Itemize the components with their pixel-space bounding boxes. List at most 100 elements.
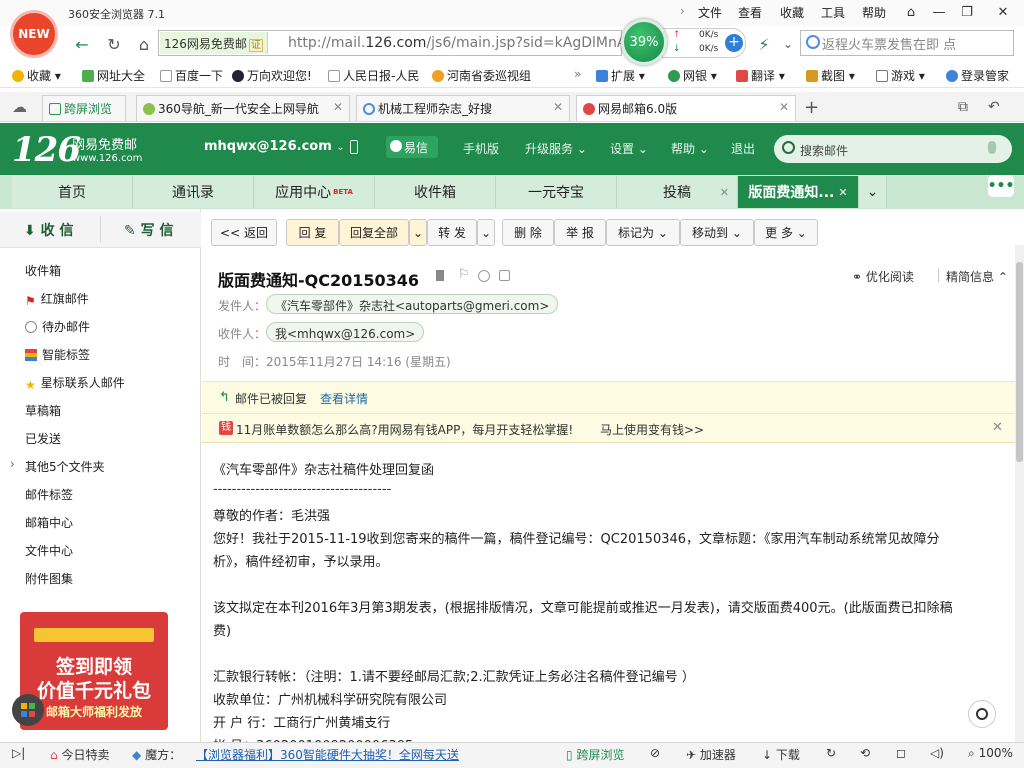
zoom-button[interactable]	[968, 700, 996, 728]
sidebar-item-attachments[interactable]: 附件图集	[25, 570, 73, 587]
sidebar-item-flagged[interactable]: ⚑ 红旗邮件	[25, 290, 89, 308]
sidebar-item-todo[interactable]: 待办邮件	[25, 318, 90, 335]
yixin-button[interactable]: 易信	[386, 136, 438, 158]
reply-all-button[interactable]: 回复全部	[339, 219, 409, 246]
link-logout[interactable]: 退出	[731, 140, 755, 157]
more-button[interactable]: 更 多 ⌄	[754, 219, 818, 246]
new-tab-button[interactable]: +	[804, 97, 819, 118]
reader-mode-button[interactable]: ⚭ 优化阅读	[852, 268, 914, 285]
scrollbar-thumb[interactable]	[1016, 262, 1023, 462]
flag-icon[interactable]: ⚐	[458, 267, 470, 282]
menu-tools[interactable]: 工具	[821, 4, 845, 21]
magic-cube-button[interactable]: ◆ 魔方：	[132, 746, 181, 763]
sidebar-item-mail-tags[interactable]: 邮件标签	[25, 486, 73, 503]
volume-icon[interactable]: ◁)	[930, 746, 944, 760]
speed-ball[interactable]: 39%	[621, 19, 667, 65]
chevron-right-icon[interactable]: ›	[10, 457, 15, 471]
mail-logo[interactable]: 126	[12, 130, 81, 170]
menu-help[interactable]: 帮助	[862, 4, 886, 21]
link-mobile[interactable]: 手机版	[463, 140, 499, 157]
tab-netease-mail[interactable]: 网易邮箱6.0版 ✕	[576, 95, 796, 121]
more-bookmarks-icon[interactable]: »	[574, 67, 581, 81]
compose-button[interactable]: ✎ 写 信	[124, 220, 173, 240]
mark-as-button[interactable]: 标记为 ⌄	[606, 219, 680, 246]
refresh-icon[interactable]: ↻	[102, 32, 126, 56]
url-text[interactable]: http://mail.126.com/js6/main.jsp?sid=kAg…	[288, 35, 622, 51]
bookmark-baidu[interactable]: 百度一下	[160, 67, 223, 84]
site-identity-tag[interactable]: 126网易免费邮证	[160, 32, 268, 54]
toolbar-screenshot[interactable]: 截图 ▾	[806, 67, 855, 84]
tab-cross-screen[interactable]: 跨屏浏览	[42, 95, 126, 121]
browser-doctor-icon[interactable]: ⊘	[650, 746, 660, 760]
ad-link[interactable]: 马上使用变有钱>>	[600, 421, 704, 438]
close-tab-icon[interactable]: ✕	[720, 186, 729, 199]
undo-close-icon[interactable]: ↶	[988, 99, 1000, 115]
sidebar-item-starred-contacts[interactable]: ★ 星标联系人邮件	[25, 374, 125, 392]
toolbar-ebank[interactable]: 网银 ▾	[668, 67, 717, 84]
tab-one-yuan[interactable]: 一元夺宝	[496, 176, 617, 208]
bookmark-wanxiang[interactable]: 万向欢迎您!	[232, 67, 312, 84]
plus-icon[interactable]: +	[725, 34, 743, 52]
link-help[interactable]: 帮助 ⌄	[671, 140, 709, 157]
report-button[interactable]: 举 报	[554, 219, 606, 246]
sidebar-toggle-icon[interactable]: ▷|	[12, 746, 25, 760]
view-details-link[interactable]: 查看详情	[320, 390, 368, 407]
clock-icon[interactable]	[478, 270, 490, 282]
accelerator-button[interactable]: ✈ 加速器	[686, 746, 736, 763]
close-window-button[interactable]: ✕	[992, 2, 1014, 22]
tab-submission[interactable]: 投稿 ✕	[617, 176, 738, 208]
bookmark-henan[interactable]: 河南省委巡视组	[432, 67, 531, 84]
sidebar-item-mail-center[interactable]: 邮箱中心	[25, 514, 73, 531]
sidebar-item-drafts[interactable]: 草稿箱	[25, 402, 61, 419]
toolbar-extensions[interactable]: 扩展 ▾	[596, 67, 645, 84]
microphone-icon[interactable]	[988, 141, 996, 154]
back-button[interactable]: << 返回	[211, 219, 277, 246]
tabs-more-icon[interactable]: ⌄	[859, 176, 887, 208]
forward-options-icon[interactable]: ⌄	[477, 219, 495, 246]
tab-inbox[interactable]: 收件箱	[375, 176, 496, 208]
brief-info-button[interactable]: 精简信息 ⌃	[946, 268, 1008, 285]
app-grid-button[interactable]	[12, 694, 44, 726]
search-input[interactable]: 返程火车票发售在即 点	[822, 34, 1012, 53]
sidebar-item-inbox[interactable]: 收件箱	[25, 262, 61, 279]
close-tab-icon[interactable]: ✕	[779, 100, 789, 114]
cross-screen-button[interactable]: ▯ 跨屏浏览	[566, 746, 624, 763]
receive-button[interactable]: ⬇ 收 信	[24, 220, 73, 240]
close-tab-icon[interactable]: ✕	[838, 186, 847, 199]
zoom-level[interactable]: ⌕ 100%	[968, 746, 1013, 761]
skin-icon[interactable]: ⌂	[900, 2, 922, 22]
link-settings[interactable]: 设置 ⌄	[610, 140, 648, 157]
tab-current-message[interactable]: 版面费通知... ✕	[738, 176, 859, 208]
tab-home[interactable]: 首页	[12, 176, 133, 208]
tab-haosou[interactable]: 机械工程师杂志_好搜 ✕	[356, 95, 570, 121]
bookmark-favorites[interactable]: 收藏 ▾	[12, 67, 61, 84]
more-menu-icon[interactable]: •••	[988, 175, 1014, 197]
search-icon[interactable]	[806, 35, 820, 49]
lightning-icon[interactable]: ⚡	[752, 32, 776, 56]
toolbar-translate[interactable]: 翻译 ▾	[736, 67, 785, 84]
menu-file[interactable]: 文件	[698, 4, 722, 21]
tab-app-center[interactable]: 应用中心 BETA	[254, 176, 375, 208]
menu-view[interactable]: 查看	[738, 4, 762, 21]
bookmark-icon[interactable]	[436, 270, 444, 281]
delete-button[interactable]: 删 除	[502, 219, 554, 246]
to-recipient-chip[interactable]: 我<mhqwx@126.com>	[266, 322, 425, 342]
today-special-button[interactable]: ⌂ 今日特卖	[50, 746, 109, 763]
menu-favorites[interactable]: 收藏	[780, 4, 804, 21]
reply-button[interactable]: 回 复	[286, 219, 339, 246]
link-upgrade[interactable]: 升级服务 ⌄	[525, 140, 587, 157]
sidebar-item-smart-tags[interactable]: 智能标签	[25, 346, 90, 363]
news-ticker-link[interactable]: 【浏览器福利】360智能硬件大抽奖！全网每天送	[196, 746, 459, 763]
bookmark-renmin[interactable]: 人民日报-人民	[328, 67, 419, 84]
download-button[interactable]: ↓ 下载	[762, 746, 800, 763]
account-menu[interactable]: mhqwx@126.com ⌄	[204, 139, 345, 154]
tab-360nav[interactable]: 360导航_新一代安全上网导航 ✕	[136, 95, 350, 121]
bookmark-hao123[interactable]: 网址大全	[82, 67, 145, 84]
sidebar-item-sent[interactable]: 已发送	[25, 430, 61, 447]
mobile-icon[interactable]	[350, 140, 358, 154]
cloud-icon[interactable]: ☁	[12, 98, 27, 116]
history-icon[interactable]: ⟲	[860, 746, 870, 760]
home-icon[interactable]: ⌂	[132, 32, 156, 56]
toolbar-login-manager[interactable]: 登录管家	[946, 67, 1009, 84]
back-icon[interactable]: ←	[70, 32, 94, 56]
